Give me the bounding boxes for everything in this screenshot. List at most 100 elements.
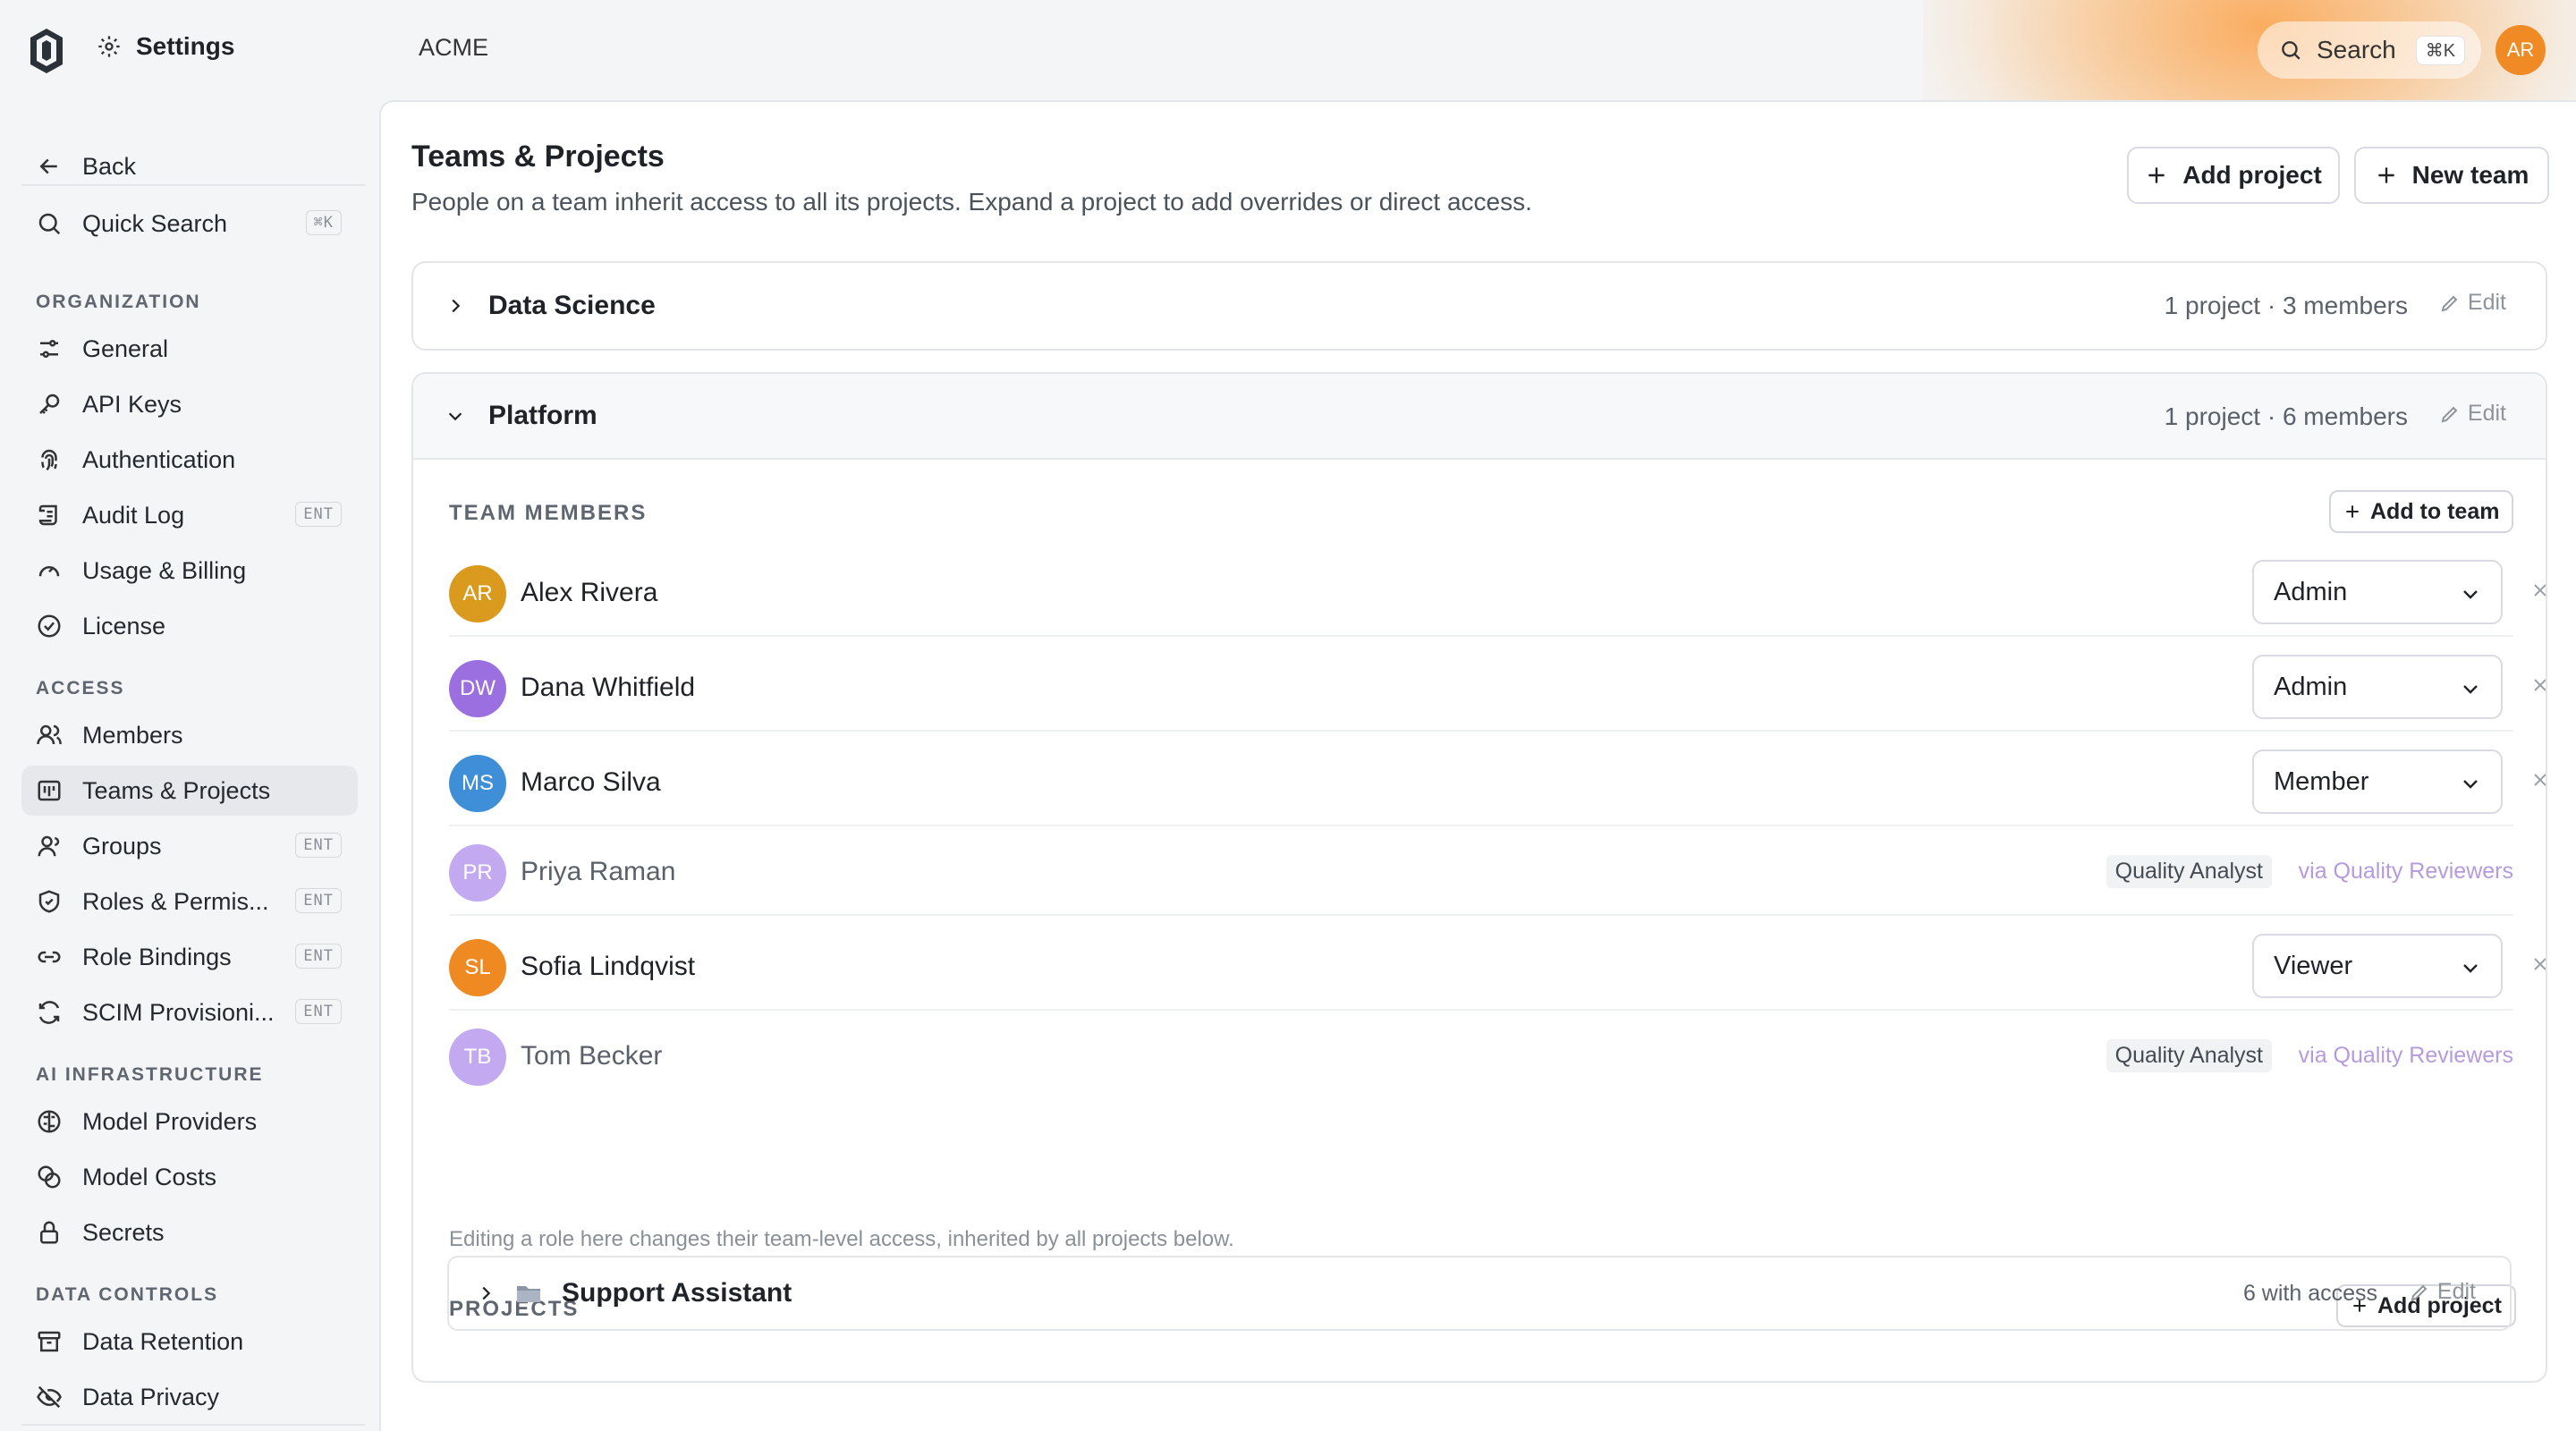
eye-off-icon xyxy=(37,1385,62,1409)
edit-team-button[interactable]: Edit xyxy=(2439,401,2506,427)
plus-icon xyxy=(2346,505,2359,518)
edit-project-button[interactable]: Edit xyxy=(2409,1279,2476,1305)
link-icon xyxy=(38,951,61,963)
role-select[interactable]: Member xyxy=(2252,749,2503,814)
users-icon xyxy=(37,724,62,745)
sidebar-item-usage-billing[interactable]: Usage & Billing xyxy=(21,546,358,596)
sidebar-item-label: Authentication xyxy=(82,445,236,473)
folder-icon xyxy=(517,1286,540,1302)
project-name: Support Assistant xyxy=(562,1278,792,1308)
role-value: Member xyxy=(2274,766,2369,796)
sidebar-item-label: Groups xyxy=(82,832,162,859)
sidebar-item-roles-permissions[interactable]: Roles & Permis... ENT xyxy=(21,876,358,927)
lock-icon xyxy=(40,1221,58,1244)
settings-title: Settings xyxy=(97,32,234,61)
check-circle-icon xyxy=(38,614,61,638)
sidebar-item-model-providers[interactable]: Model Providers xyxy=(21,1097,358,1147)
settings-title-text: Settings xyxy=(136,32,235,60)
sidebar-item-scim-provisioning[interactable]: SCIM Provisioni... ENT xyxy=(21,987,358,1037)
project-row-support-assistant[interactable]: Support Assistant 6 with access Edit xyxy=(447,1256,2512,1331)
role-select[interactable]: Viewer xyxy=(2252,934,2503,998)
sidebar-item-label: Secrets xyxy=(82,1218,165,1246)
edit-team-button[interactable]: Edit xyxy=(2439,290,2506,316)
chevron-down-icon xyxy=(2463,780,2478,789)
sidebar-item-label: Model Providers xyxy=(82,1107,258,1135)
sidebar-item-secrets[interactable]: Secrets xyxy=(21,1207,358,1257)
add-project-button[interactable]: Add project xyxy=(2127,147,2340,204)
sidebar-item-authentication[interactable]: Authentication xyxy=(21,435,358,485)
chevron-down-icon[interactable] xyxy=(445,406,465,426)
ent-badge: ENT xyxy=(295,833,342,858)
role-select[interactable]: Admin xyxy=(2252,560,2503,624)
chevron-down-icon xyxy=(2463,685,2478,694)
role-badge: Quality Analyst xyxy=(2106,855,2272,888)
member-row: MS Marco Silva Member xyxy=(449,733,2546,826)
role-select[interactable]: Admin xyxy=(2252,655,2503,719)
quick-search-label: Quick Search xyxy=(82,209,228,237)
add-to-team-button[interactable]: Add to team xyxy=(2329,490,2514,533)
search-shortcut: ⌘K xyxy=(2415,35,2466,65)
search-button[interactable]: Search ⌘K xyxy=(2258,21,2481,79)
avatar: PR xyxy=(449,844,506,902)
team-members-label: TEAM MEMBERS xyxy=(449,501,648,525)
role-value: Admin xyxy=(2274,577,2348,606)
sidebar-item-api-keys[interactable]: API Keys xyxy=(21,379,358,429)
avatar: DW xyxy=(449,660,506,717)
sidebar-item-label: Roles & Permis... xyxy=(82,887,269,915)
coins-icon xyxy=(38,1165,61,1189)
sidebar-item-teams-projects[interactable]: Teams & Projects xyxy=(21,766,358,816)
new-team-label: New team xyxy=(2411,161,2529,189)
via-group-link[interactable]: via Quality Reviewers xyxy=(2299,859,2513,885)
add-project-label: Add project xyxy=(2182,161,2322,189)
role-badge: Quality Analyst xyxy=(2106,1039,2272,1072)
pencil-icon xyxy=(2441,406,2458,422)
sidebar-item-members[interactable]: Members xyxy=(21,710,358,760)
user-avatar[interactable]: AR xyxy=(2496,25,2546,75)
sidebar-item-general[interactable]: General xyxy=(21,324,358,374)
remove-member-icon[interactable] xyxy=(2529,674,2547,696)
avatar: TB xyxy=(449,1029,506,1086)
new-team-button[interactable]: New team xyxy=(2354,147,2549,204)
role-note: Editing a role here changes their team-l… xyxy=(449,1227,1234,1251)
back-label: Back xyxy=(82,152,137,180)
users-group-icon xyxy=(38,835,60,857)
section-access: ACCESS xyxy=(36,678,125,699)
sidebar-item-label: Model Costs xyxy=(82,1163,217,1190)
role-value: Viewer xyxy=(2274,951,2353,980)
member-row: AR Alex Rivera Admin xyxy=(449,544,2546,637)
sidebar-item-role-bindings[interactable]: Role Bindings ENT xyxy=(21,932,358,982)
team-header[interactable]: Data Science 1 project · 3 members Edit xyxy=(413,263,2546,349)
sidebar-item-label: License xyxy=(82,612,166,639)
avatar: MS xyxy=(449,755,506,812)
pencil-icon xyxy=(2411,1284,2428,1300)
kanban-icon xyxy=(38,780,61,801)
via-group-link[interactable]: via Quality Reviewers xyxy=(2299,1043,2513,1069)
sidebar-item-model-costs[interactable]: Model Costs xyxy=(21,1152,358,1202)
sidebar-item-license[interactable]: License xyxy=(21,601,358,651)
search-icon xyxy=(38,213,61,235)
team-meta: 1 project · 3 members xyxy=(2164,292,2408,319)
ent-badge: ENT xyxy=(295,999,342,1024)
edit-label: Edit xyxy=(2467,401,2506,426)
search-icon xyxy=(2282,41,2301,60)
chevron-right-icon[interactable] xyxy=(476,1283,496,1303)
remove-member-icon[interactable] xyxy=(2529,769,2547,791)
quick-search-button[interactable]: Quick Search ⌘K xyxy=(21,199,358,249)
chevron-right-icon[interactable] xyxy=(445,296,465,316)
app-logo-icon[interactable] xyxy=(25,25,68,75)
team-card-data-science: Data Science 1 project · 3 members Edit xyxy=(411,261,2547,351)
org-name[interactable]: ACME xyxy=(419,34,488,62)
plus-icon xyxy=(2148,167,2165,183)
remove-member-icon[interactable] xyxy=(2529,580,2547,601)
team-header[interactable]: Platform 1 project · 6 members Edit xyxy=(413,374,2546,460)
team-name: Platform xyxy=(488,401,597,430)
sidebar-item-audit-log[interactable]: Audit Log ENT xyxy=(21,490,358,540)
sidebar-item-groups[interactable]: Groups ENT xyxy=(21,821,358,871)
edit-label: Edit xyxy=(2467,290,2506,315)
remove-member-icon[interactable] xyxy=(2529,953,2547,975)
sidebar-item-label: Role Bindings xyxy=(82,943,232,970)
sidebar-item-data-privacy[interactable]: Data Privacy xyxy=(21,1372,358,1422)
sidebar-item-data-retention[interactable]: Data Retention xyxy=(21,1317,358,1367)
sidebar-divider xyxy=(21,184,365,186)
sliders-icon xyxy=(40,340,58,358)
